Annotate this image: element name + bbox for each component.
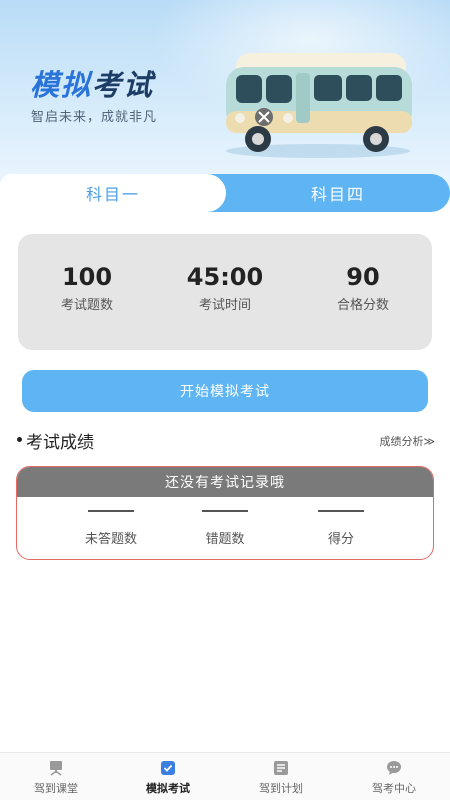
bus-illustration xyxy=(226,53,412,158)
stat-value: 90 xyxy=(346,263,380,291)
record-score: 得分 xyxy=(281,497,401,547)
exam-record-card: 还没有考试记录哦 未答题数 错题数 得分 xyxy=(16,466,434,560)
record-label: 未答题数 xyxy=(84,532,137,547)
page-subtitle: 智启未来，成就非凡 xyxy=(31,110,158,125)
tab-plan[interactable]: 驾到计划 xyxy=(225,753,337,800)
record-unanswered: 未答题数 xyxy=(51,497,171,547)
subject-switch: 科目一 科目四 xyxy=(0,174,450,212)
tab-label: 驾到课堂 xyxy=(34,782,78,795)
chat-bubble-icon xyxy=(387,761,401,775)
tab-label: 模拟考试 xyxy=(146,782,190,795)
exam-check-icon xyxy=(161,761,175,775)
score-analysis-link[interactable]: 成绩分析≫ xyxy=(379,433,435,449)
stat-value: 100 xyxy=(61,263,113,291)
hero-banner: 模拟考试 智启未来，成就非凡 xyxy=(0,0,450,200)
stat-label: 合格分数 xyxy=(336,298,389,313)
stat-value: 45:00 xyxy=(186,263,264,291)
tab-exam-center[interactable]: 驾考中心 xyxy=(338,753,450,800)
tab-mock-exam[interactable]: 模拟考试 xyxy=(112,753,224,800)
section-title: 考试成绩 xyxy=(26,433,94,453)
record-wrong: 错题数 xyxy=(165,497,285,547)
value-placeholder-dash xyxy=(88,510,134,512)
record-label: 错题数 xyxy=(205,532,245,547)
bottom-tab-bar: 驾到课堂 模拟考试 驾到计划 驾考中心 xyxy=(0,752,450,800)
title-part-2: 考试 xyxy=(92,68,155,102)
tab-subject-4[interactable]: 科目四 xyxy=(226,174,450,212)
start-mock-exam-button[interactable]: 开始模拟考试 xyxy=(22,370,428,412)
stat-exam-time: 45:00 考试时间 xyxy=(156,262,294,313)
value-placeholder-dash xyxy=(318,510,364,512)
tab-label: 驾到计划 xyxy=(259,782,303,795)
title-part-1: 模拟 xyxy=(30,68,93,102)
classroom-icon xyxy=(50,761,62,776)
value-placeholder-dash xyxy=(202,510,248,512)
stat-label: 考试题数 xyxy=(60,298,113,313)
tab-classroom[interactable]: 驾到课堂 xyxy=(0,753,112,800)
exam-info-card: 100 考试题数 45:00 考试时间 90 合格分数 xyxy=(18,234,432,350)
bullet-dot xyxy=(17,437,22,442)
stat-question-count: 100 考试题数 xyxy=(18,262,156,313)
empty-record-message: 还没有考试记录哦 xyxy=(17,467,433,497)
stat-label: 考试时间 xyxy=(198,298,251,313)
tab-subject-1[interactable]: 科目一 xyxy=(0,174,226,212)
page-title: 模拟考试 xyxy=(30,62,154,104)
plan-list-icon xyxy=(274,761,288,775)
record-label: 得分 xyxy=(327,532,354,547)
results-section-header: 考试成绩 成绩分析≫ xyxy=(15,428,435,453)
tab-label: 驾考中心 xyxy=(372,782,416,795)
stat-pass-score: 90 合格分数 xyxy=(294,262,432,313)
